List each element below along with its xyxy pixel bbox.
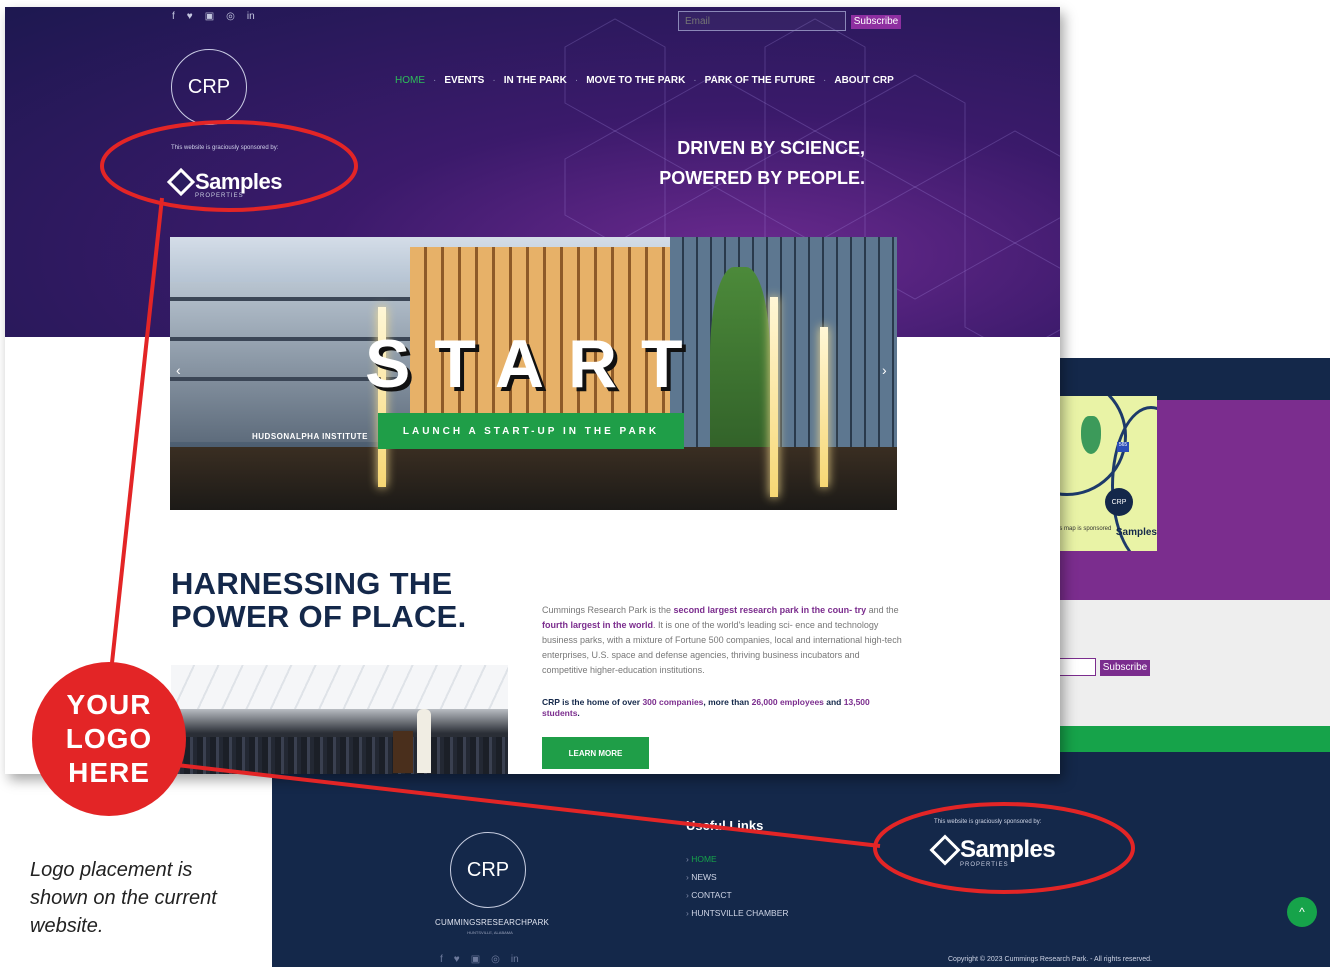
footer-link-news[interactable]: NEWS — [686, 868, 789, 886]
event-photo — [171, 665, 508, 774]
samples-mark-icon — [166, 167, 196, 197]
highway-shield-icon: 565 — [1117, 442, 1129, 452]
lamp-post — [770, 297, 778, 497]
footer-logo[interactable]: CRP — [450, 832, 526, 908]
map-park-area — [1081, 416, 1101, 454]
launch-startup-button[interactable]: LAUNCH A START-UP IN THE PARK — [378, 413, 684, 449]
tagline-line-1: DRIVEN BY SCIENCE, — [677, 138, 865, 158]
nav-events[interactable]: EVENTS — [444, 75, 484, 86]
photo-tent — [171, 665, 508, 709]
footer-sponsor-sub: PROPERTIES — [960, 862, 1009, 868]
copyright-text: Copyright © 2023 Cummings Research Park.… — [948, 956, 1152, 963]
nav-in-the-park[interactable]: IN THE PARK — [504, 75, 567, 86]
heading-line-2: POWER OF PLACE. — [171, 599, 467, 634]
slider-next-icon[interactable]: › — [882, 362, 887, 378]
facebook-icon[interactable]: f — [440, 954, 443, 965]
photo-speaker — [417, 709, 431, 773]
subscribe-button[interactable]: Subscribe — [851, 15, 901, 29]
main-nav: HOME · EVENTS · IN THE PARK · MOVE TO TH… — [395, 75, 894, 86]
map-sponsor-text: This map is sponsored by — [1051, 526, 1112, 538]
stats-highlight: 300 companies — [642, 697, 704, 707]
footer-sponsor-text: This website is graciously sponsored by: — [934, 819, 1042, 825]
stats-text: , more than — [703, 697, 752, 707]
footer-sponsor-name: Samples — [960, 836, 1056, 863]
footer-link-chamber[interactable]: HUNTSVILLE CHAMBER — [686, 904, 788, 922]
instagram-icon[interactable]: ◎ — [491, 954, 500, 965]
hero-tagline: DRIVEN BY SCIENCE, POWERED BY PEOPLE. — [605, 133, 865, 193]
footer-sponsor-logo[interactable]: Samples PROPERTIES — [929, 834, 1056, 868]
footer-logo-name: CUMMINGSRESEARCHPARK — [435, 918, 550, 927]
samples-mark-icon — [929, 834, 961, 866]
tagline-line-2: POWERED BY PEOPLE. — [659, 168, 865, 188]
nav-separator: · — [823, 75, 827, 86]
header-sponsor-name: Samples — [195, 169, 283, 194]
badge-line-2: LOGO — [65, 723, 153, 754]
twitter-icon[interactable]: ♥ — [454, 954, 460, 965]
facebook-icon[interactable]: f — [172, 11, 175, 22]
stats-text: . — [577, 708, 580, 718]
useful-links-title: Useful Links — [686, 818, 764, 833]
placement-caption: Logo placement is shown on the current w… — [30, 859, 217, 937]
badge-line-1: YOUR — [66, 689, 152, 720]
footer-link-home[interactable]: HOME — [686, 850, 789, 868]
park-map[interactable]: 565 CRP This map is sponsored by Samples — [1047, 396, 1157, 551]
email-input[interactable] — [678, 11, 846, 31]
intro-paragraph: Cummings Research Park is the second lar… — [542, 603, 902, 678]
nav-home[interactable]: HOME — [395, 75, 425, 86]
ground — [170, 447, 897, 510]
newsletter-subscribe-button[interactable]: Subscribe — [1100, 660, 1150, 676]
stats-highlight: 26,000 employees — [751, 697, 824, 707]
learn-more-button[interactable]: LEARN MORE — [542, 737, 649, 769]
header-social-icons: f ♥ ▣ ◎ in — [172, 11, 255, 22]
map-crp-logo: CRP — [1105, 488, 1133, 516]
footer-social-icons: f ♥ ▣ ◎ in — [440, 954, 519, 965]
header-sponsor-sub: PROPERTIES — [195, 193, 244, 199]
map-sponsor-name: Samples — [1115, 526, 1157, 538]
nav-separator: · — [574, 75, 579, 86]
nav-separator: · — [433, 75, 437, 86]
intro-highlight: second largest research park in the coun… — [673, 605, 867, 615]
chevron-up-icon: ^ — [1299, 905, 1305, 919]
stats-text: and — [823, 697, 844, 707]
slider-headline: START — [365, 326, 707, 402]
nav-separator: · — [693, 75, 697, 86]
youtube-icon[interactable]: ▣ — [205, 11, 214, 22]
stats-text: CRP is the home of over — [542, 697, 643, 707]
map-sponsor: This map is sponsored by Samples — [1047, 526, 1157, 538]
building-stripe — [170, 297, 410, 301]
footer-link-contact[interactable]: CONTACT — [686, 886, 789, 904]
useful-links-list: HOME NEWS CONTACT HUNTSVILLE CHAMBER — [686, 850, 789, 922]
badge-line-3: HERE — [68, 757, 150, 788]
photo-crowd — [171, 737, 508, 774]
footer-logo-city: HUNTSVILLE, ALABAMA — [467, 930, 513, 935]
intro-text: Cummings Research Park is the — [542, 605, 674, 615]
nav-separator: · — [492, 75, 496, 86]
nav-move-to-the-park[interactable]: MOVE TO THE PARK — [586, 75, 685, 86]
stats-paragraph: CRP is the home of over 300 companies, m… — [542, 697, 902, 719]
intro-highlight: fourth largest in the world — [542, 620, 654, 630]
institute-sign: HUDSONALPHA INSTITUTE — [252, 432, 368, 441]
heading-line-1: HARNESSING THE — [171, 566, 453, 601]
linkedin-icon[interactable]: in — [247, 11, 255, 22]
linkedin-icon[interactable]: in — [511, 954, 519, 965]
nav-about-crp[interactable]: ABOUT CRP — [834, 75, 893, 86]
crp-logo[interactable]: CRP — [171, 49, 247, 125]
twitter-icon[interactable]: ♥ — [187, 11, 193, 22]
header-sponsor-logo[interactable]: Samples PROPERTIES — [166, 167, 283, 199]
homepage-screenshot: f ♥ ▣ ◎ in Subscribe CRP HOME · EVENTS ·… — [5, 7, 1060, 774]
lamp-post — [820, 327, 828, 487]
slider-prev-icon[interactable]: ‹ — [176, 362, 181, 378]
section-heading: HARNESSING THE POWER OF PLACE. — [171, 567, 467, 633]
photo-podium — [393, 731, 413, 773]
youtube-icon[interactable]: ▣ — [471, 954, 480, 965]
back-to-top-button[interactable]: ^ — [1287, 897, 1317, 927]
footer — [272, 752, 1330, 967]
your-logo-here-badge: YOUR LOGO HERE — [32, 662, 186, 816]
instagram-icon[interactable]: ◎ — [226, 11, 235, 22]
header-sponsor-text: This website is graciously sponsored by: — [171, 145, 279, 151]
nav-park-of-the-future[interactable]: PARK OF THE FUTURE — [705, 75, 815, 86]
intro-text: and the — [866, 605, 899, 615]
hero-slider[interactable]: HUDSONALPHA INSTITUTE START LAUNCH A STA… — [170, 237, 897, 510]
